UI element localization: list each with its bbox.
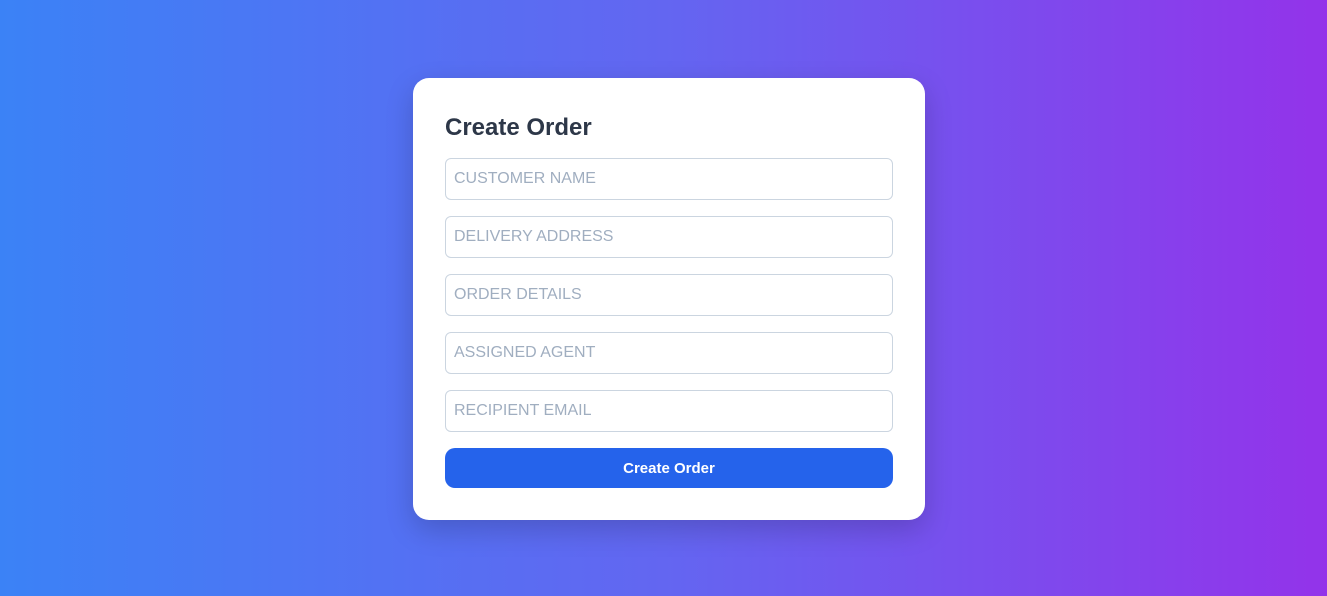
order-details-input[interactable]	[445, 274, 893, 316]
create-order-button[interactable]: Create Order	[445, 448, 893, 488]
form-title: Create Order	[445, 114, 592, 141]
recipient-email-input[interactable]	[445, 390, 893, 432]
delivery-address-input[interactable]	[445, 216, 893, 258]
create-order-card: Create Order Create Order	[413, 78, 925, 520]
assigned-agent-input[interactable]	[445, 332, 893, 374]
customer-name-input[interactable]	[445, 158, 893, 200]
